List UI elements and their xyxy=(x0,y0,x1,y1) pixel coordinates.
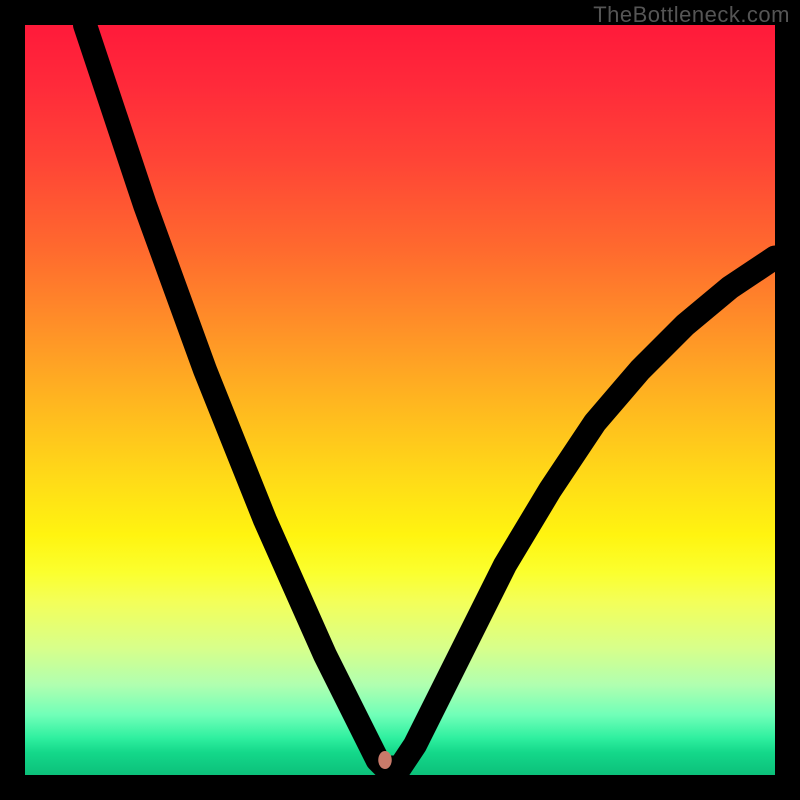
curve-layer xyxy=(25,25,775,775)
optimal-marker-icon xyxy=(378,751,391,769)
chart-frame: TheBottleneck.com xyxy=(0,0,800,800)
watermark-text: TheBottleneck.com xyxy=(593,2,790,28)
bottleneck-curve xyxy=(85,25,775,768)
plot-area xyxy=(25,25,775,775)
